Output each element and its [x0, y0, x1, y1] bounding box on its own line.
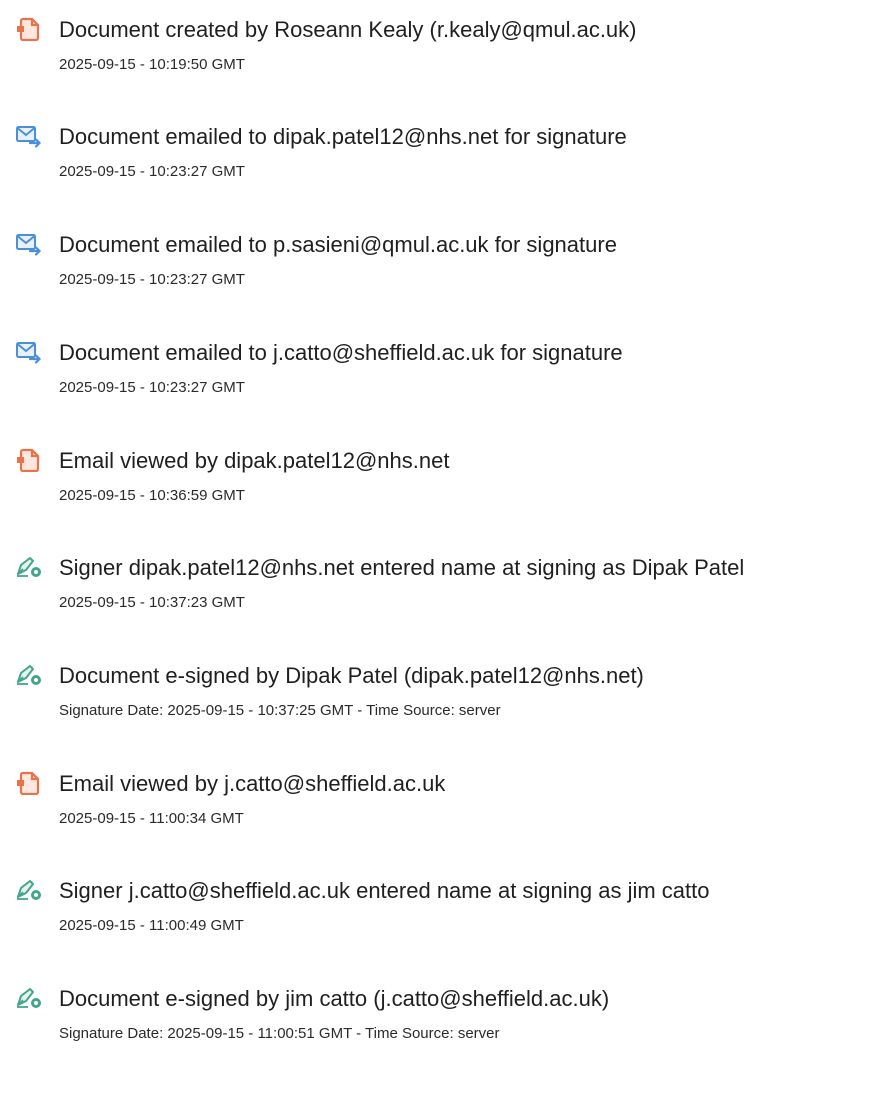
- email-sent-icon: [16, 232, 42, 256]
- event-title: Email viewed by j.catto@sheffield.ac.uk: [59, 771, 446, 796]
- event-signature-date: Signature Date: 2025-09-15 - 10:37:25 GM…: [59, 702, 501, 719]
- event-timestamp: 2025-09-15 - 10:36:59 GMT: [59, 487, 245, 504]
- event-signature-date: Signature Date: 2025-09-15 - 11:00:51 GM…: [59, 1025, 500, 1042]
- audit-event: Signer dipak.patel12@nhs.net entered nam…: [0, 553, 890, 633]
- audit-event: Document created by Roseann Kealy (r.kea…: [0, 15, 890, 95]
- event-title: Email viewed by dipak.patel12@nhs.net: [59, 448, 450, 473]
- event-timestamp: 2025-09-15 - 10:37:23 GMT: [59, 594, 245, 611]
- audit-event: Document e-signed by Dipak Patel (dipak.…: [0, 661, 890, 741]
- audit-event: Signer j.catto@sheffield.ac.uk entered n…: [0, 876, 890, 956]
- event-title: Signer dipak.patel12@nhs.net entered nam…: [59, 555, 745, 580]
- event-title: Document emailed to p.sasieni@qmul.ac.uk…: [59, 232, 617, 257]
- audit-event: Document emailed to j.catto@sheffield.ac…: [0, 338, 890, 418]
- document-icon: [16, 17, 42, 41]
- event-timestamp: 2025-09-15 - 11:00:34 GMT: [59, 810, 244, 827]
- event-title: Signer j.catto@sheffield.ac.uk entered n…: [59, 878, 710, 903]
- pen-sign-icon: [16, 555, 42, 579]
- audit-event: Email viewed by dipak.patel12@nhs.net 20…: [0, 446, 890, 526]
- pen-sign-icon: [16, 878, 42, 902]
- event-title: Document emailed to dipak.patel12@nhs.ne…: [59, 124, 627, 149]
- audit-event: Email viewed by j.catto@sheffield.ac.uk …: [0, 769, 890, 849]
- document-icon: [16, 771, 42, 795]
- audit-event: Document emailed to p.sasieni@qmul.ac.uk…: [0, 230, 890, 310]
- event-timestamp: 2025-09-15 - 10:23:27 GMT: [59, 163, 245, 180]
- event-timestamp: 2025-09-15 - 10:23:27 GMT: [59, 379, 245, 396]
- event-timestamp: 2025-09-15 - 10:19:50 GMT: [59, 56, 245, 73]
- event-title: Document e-signed by jim catto (j.catto@…: [59, 986, 610, 1011]
- event-title: Document emailed to j.catto@sheffield.ac…: [59, 340, 623, 365]
- audit-event: Document emailed to dipak.patel12@nhs.ne…: [0, 122, 890, 202]
- document-icon: [16, 448, 42, 472]
- event-title: Document e-signed by Dipak Patel (dipak.…: [59, 663, 644, 688]
- pen-sign-icon: [16, 663, 42, 687]
- audit-event: Document e-signed by jim catto (j.catto@…: [0, 984, 890, 1064]
- email-sent-icon: [16, 124, 42, 148]
- event-timestamp: 2025-09-15 - 10:23:27 GMT: [59, 271, 245, 288]
- pen-sign-icon: [16, 986, 42, 1010]
- email-sent-icon: [16, 340, 42, 364]
- event-title: Document created by Roseann Kealy (r.kea…: [59, 17, 637, 42]
- event-timestamp: 2025-09-15 - 11:00:49 GMT: [59, 917, 244, 934]
